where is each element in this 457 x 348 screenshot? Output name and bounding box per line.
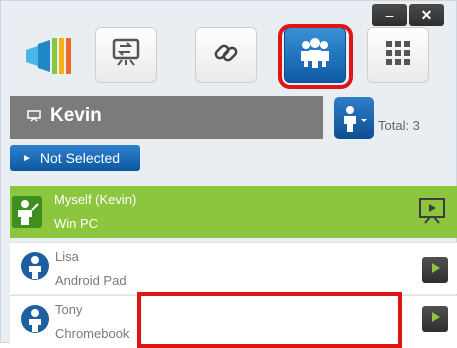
- presenter-dropdown-button[interactable]: [334, 97, 374, 139]
- device-type: Android Pad: [55, 273, 127, 288]
- projection-icon[interactable]: [419, 198, 445, 229]
- filter-label: Not Selected: [39, 150, 121, 166]
- presenter-screen-icon: [26, 108, 42, 129]
- device-user-name: Myself (Kevin): [54, 192, 137, 207]
- app-logo-icon: [22, 34, 82, 78]
- device-user-name: Tony: [55, 302, 83, 317]
- group-button-highlight: [278, 24, 353, 89]
- presenter-name: Kevin: [50, 105, 102, 126]
- not-selected-filter-button[interactable]: ► Not Selected: [10, 145, 140, 171]
- grid-icon: [386, 40, 410, 70]
- tony-row-highlight: [137, 292, 402, 348]
- presenter-icon: [340, 103, 368, 138]
- device-type: Chromebook: [55, 326, 130, 341]
- total-count: Total: 3: [378, 118, 420, 133]
- device-user-name: Lisa: [55, 249, 79, 264]
- minimize-button[interactable]: –: [372, 4, 407, 26]
- screen-share-button[interactable]: [95, 27, 157, 83]
- apps-button[interactable]: [367, 27, 429, 83]
- person-icon: [20, 251, 50, 281]
- link-button[interactable]: [195, 27, 257, 83]
- presenter-avatar-icon: [12, 196, 42, 228]
- play-arrow-icon: ►: [22, 152, 32, 164]
- person-icon: [20, 304, 50, 334]
- list-item-lisa[interactable]: Lisa Android Pad: [10, 242, 457, 294]
- close-button[interactable]: ✕: [409, 4, 444, 26]
- list-item-self[interactable]: Myself (Kevin) Win PC: [10, 186, 457, 238]
- play-icon: [429, 310, 441, 328]
- screen-share-icon: [112, 38, 140, 73]
- device-type: Win PC: [54, 216, 99, 231]
- play-button[interactable]: [422, 306, 448, 332]
- play-icon: [429, 261, 441, 279]
- link-icon: [211, 38, 241, 73]
- play-button[interactable]: [422, 257, 448, 283]
